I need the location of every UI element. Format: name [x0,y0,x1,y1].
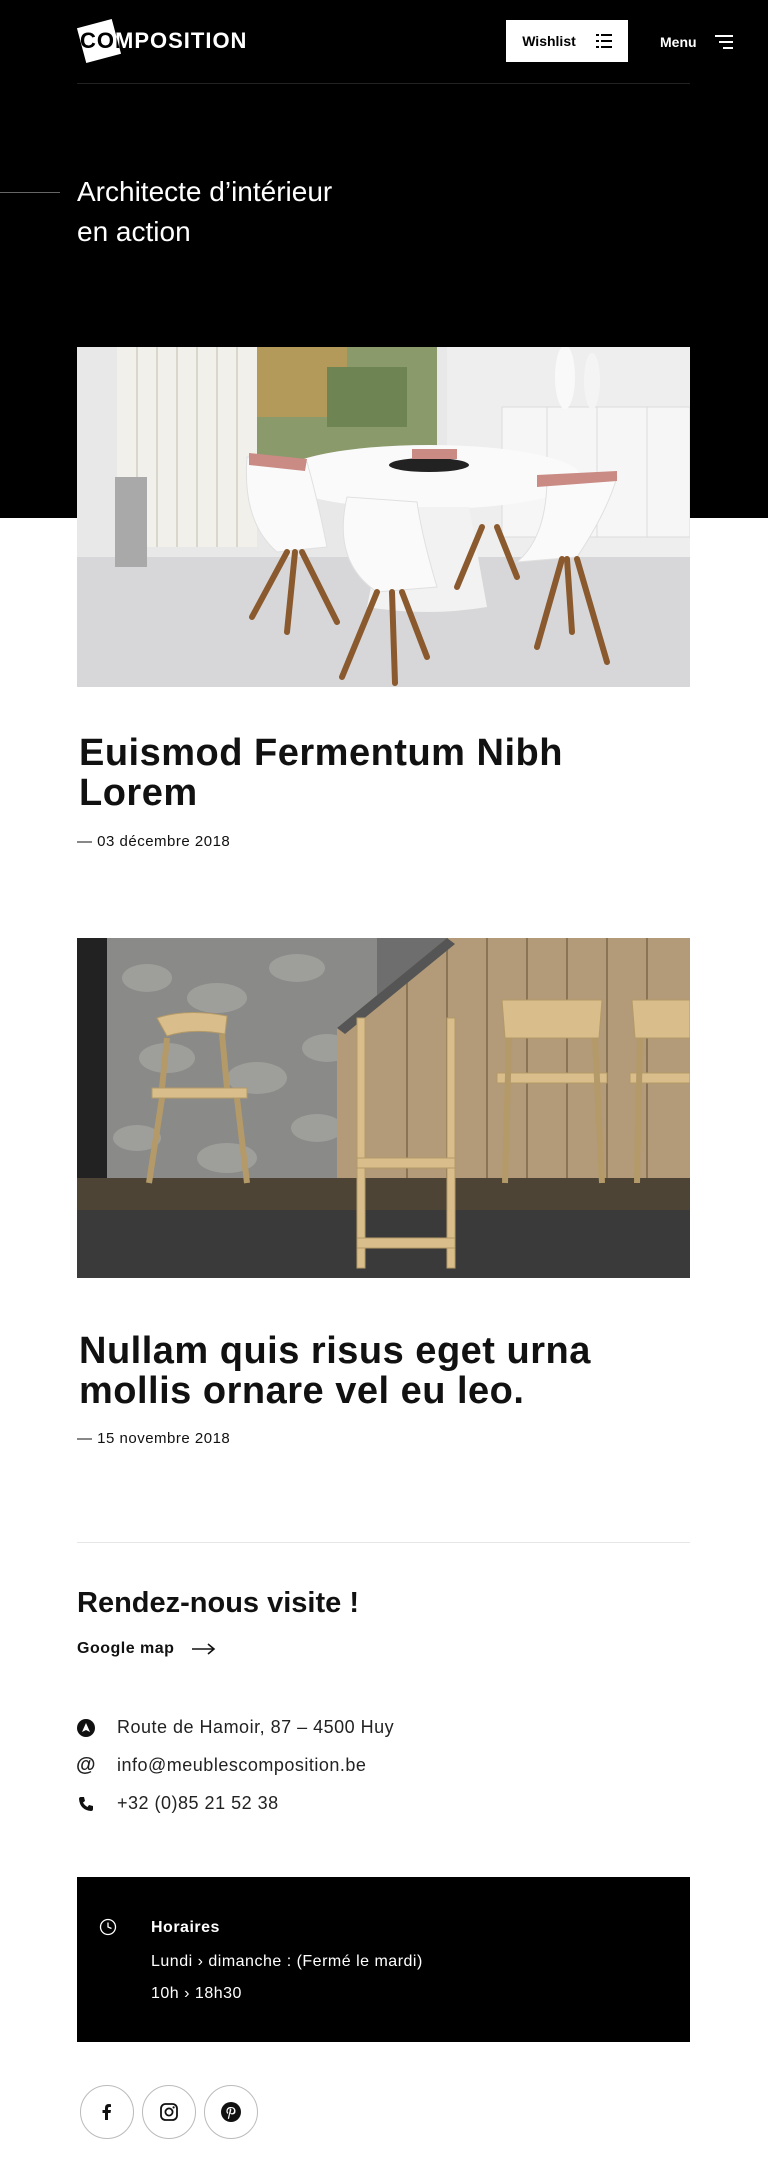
facebook-link[interactable] [80,2085,134,2139]
visit-title: Rendez-nous visite ! [77,1587,359,1619]
page-title: Architecte d’intérieur en action [77,172,477,252]
pinterest-icon [221,2102,241,2122]
phone-icon [77,1795,95,1813]
phone-row[interactable]: +32 (0)85 21 52 38 [77,1793,279,1814]
site-header: COMPOSITION Wishlist Menu [76,0,733,84]
page-title-line-2: en action [77,216,191,247]
article-date: — 03 décembre 2018 [77,833,231,850]
article-title[interactable]: Euismod Fermentum Nibh Lorem [79,733,679,813]
phone-text[interactable]: +32 (0)85 21 52 38 [117,1793,279,1814]
wishlist-label: Wishlist [522,33,576,49]
address-text: Route de Hamoir, 87 – 4500 Huy [117,1717,395,1737]
logo-text: COMPOSITION [80,28,248,53]
section-divider [77,1542,690,1543]
list-icon [595,34,612,48]
menu-button[interactable]: Menu [660,30,733,54]
wishlist-button[interactable]: Wishlist [506,20,628,62]
menu-label: Menu [660,34,697,50]
email-text[interactable]: info@meublescomposition.be [117,1755,366,1776]
instagram-icon [160,2103,178,2121]
google-map-link[interactable]: Google map [77,1640,216,1658]
hours-days: Lundi › dimanche : (Fermé le mardi) [151,1953,423,1970]
hours-time: 10h › 18h30 [151,1985,242,2002]
email-row[interactable]: @ info@meublescomposition.be [76,1754,366,1776]
clock-icon [99,1918,117,1936]
page-title-line-1: Architecte d’intérieur [77,176,333,207]
facebook-icon [102,2104,111,2120]
address-row: Route de Hamoir, 87 – 4500 Huy [77,1717,394,1738]
article-image[interactable] [77,347,690,687]
hero-accent-line [0,192,60,193]
wooden-chairs-photo [77,938,690,1278]
logo[interactable]: COMPOSITION [76,18,248,64]
google-map-label: Google map [77,1640,175,1657]
hamburger-icon [714,35,733,49]
opening-hours-panel: Horaires Lundi › dimanche : (Fermé le ma… [77,1877,690,2042]
instagram-link[interactable] [142,2085,196,2139]
article-date: — 15 novembre 2018 [77,1430,231,1447]
arrow-right-icon [192,1643,216,1655]
pinterest-link[interactable] [204,2085,258,2139]
at-icon: @ [76,1754,97,1776]
hours-title: Horaires [151,1919,220,1936]
article-title[interactable]: Nullam quis risus eget urna mollis ornar… [79,1331,679,1411]
location-icon [77,1718,95,1737]
article-image[interactable] [77,938,690,1278]
dining-room-photo [77,347,690,687]
